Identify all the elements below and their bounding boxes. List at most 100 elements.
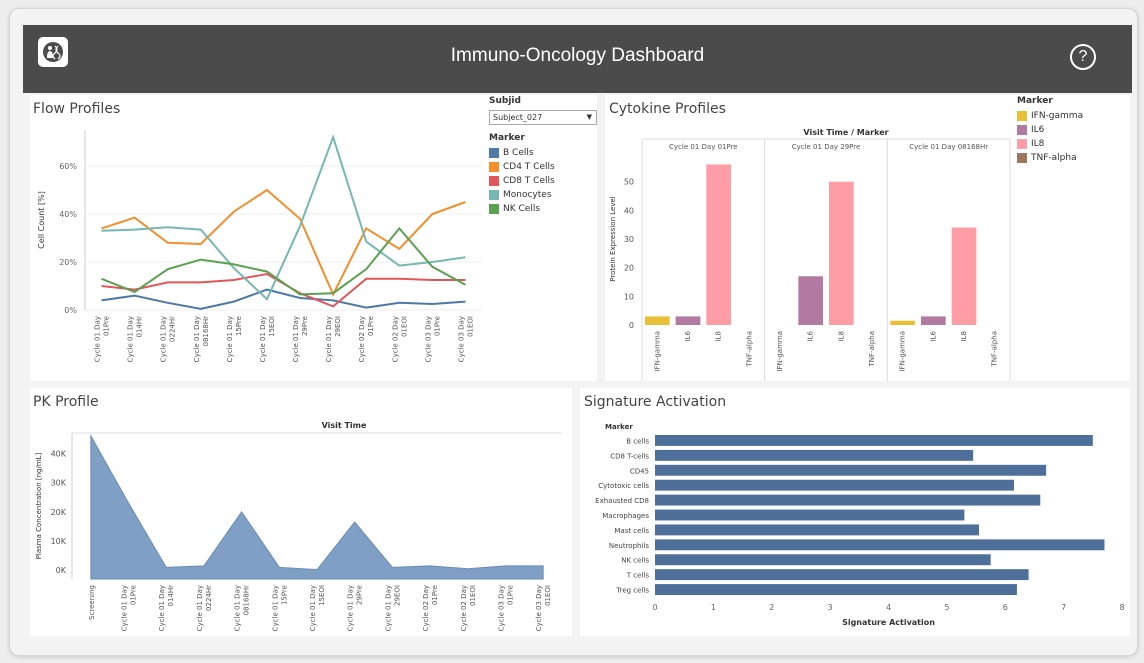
legend-label: B Cells — [503, 148, 534, 158]
x-tick-label: 01Pre — [367, 316, 375, 336]
y-axis-label: Cell Count [%] — [37, 191, 46, 249]
subjid-value: Subject_027 — [493, 113, 543, 122]
y-tick-label: 10 — [624, 292, 634, 301]
y-tick-label: 0 — [629, 321, 634, 330]
cytokine-profiles-title: Cytokine Profiles — [609, 101, 726, 117]
x-tick-label: Cycle 01 Day — [259, 316, 267, 362]
x-tick-label: 15Pre — [280, 585, 288, 605]
flow-profiles-chart: 0%20%40%60%Cell Count [%]Cycle 01 Day 01P… — [37, 130, 482, 362]
x-tick-label: 15Pre — [235, 316, 243, 336]
x-tick-label: Cycle 01 Day — [234, 585, 242, 631]
x-tick-label: IL6 — [684, 330, 692, 341]
legend-item[interactable]: IL8 — [1017, 137, 1083, 151]
x-tick-label: IL8 — [837, 331, 845, 341]
bar-label: B cells — [626, 437, 649, 445]
y-axis-label: Plasma Concentration [ng/mL] — [35, 452, 43, 559]
y-axis-label: Marker — [605, 423, 633, 431]
x-tick-label: IL6 — [807, 330, 815, 341]
x-tick-label: IFN-gamma — [899, 331, 907, 372]
x-tick-label: Cycle 02 Day — [358, 316, 366, 362]
x-tick-label: Screening — [88, 585, 96, 620]
pk-profile-chart: Visit Time Plasma Concentration [ng/mL] 0K… — [35, 421, 562, 631]
y-tick-label: 20 — [624, 264, 634, 273]
bar-il6 — [675, 316, 701, 325]
legend-swatch — [1017, 111, 1027, 121]
legend-label: IL8 — [1031, 139, 1045, 149]
bar-label: T cells — [626, 572, 650, 580]
signature-bar — [655, 539, 1105, 551]
x-tick-label: Cycle 01 Day — [325, 316, 333, 362]
legend-item[interactable]: TNF-alpha — [1017, 151, 1083, 165]
y-tick-label: 60% — [59, 162, 77, 171]
y-tick-label: 10K — [51, 537, 67, 546]
x-tick-label: Cycle 03 Day — [457, 316, 465, 362]
bar-label: Cytotoxic cells — [598, 482, 649, 490]
subjid-select[interactable]: Subject_027 ▼ — [489, 110, 597, 125]
x-tick-label: IL8 — [715, 331, 723, 341]
legend-item[interactable]: CD4 T Cells — [489, 160, 555, 174]
x-tick-label: 01Pre — [506, 585, 514, 605]
x-tick-label: Cycle 03 Day — [497, 585, 505, 631]
legend-item[interactable]: CD8 T Cells — [489, 174, 555, 188]
legend-label: IL6 — [1031, 125, 1045, 135]
x-tick-label: 4 — [886, 603, 891, 612]
x-tick-label: 08168Hr — [243, 585, 251, 616]
legend-item[interactable]: IL6 — [1017, 123, 1083, 137]
x-tick-label: TNF-alpha — [745, 331, 753, 367]
legend-label: CD8 T Cells — [503, 176, 555, 186]
x-tick-label: Cycle 01 Day — [160, 316, 168, 362]
bar-ifn-gamma — [645, 316, 670, 325]
legend-swatch — [489, 204, 499, 214]
x-tick-label: 29EOI — [393, 585, 401, 606]
x-tick-label: 01Pre — [431, 585, 439, 605]
bar-label: CD8 T-cells — [610, 452, 649, 460]
x-tick-label: 7 — [1061, 603, 1066, 612]
x-tick-label: 2 — [769, 603, 774, 612]
legend-swatch — [1017, 153, 1027, 163]
facet-label: Cycle 01 Day 01Pre — [669, 143, 738, 151]
bar-il6 — [798, 276, 823, 325]
signature-bar — [655, 509, 965, 521]
page-title: Immuno-Oncology Dashboard — [450, 45, 705, 66]
bar-il6 — [921, 316, 946, 325]
legend-item[interactable]: Monocytes — [489, 188, 555, 202]
bar-il8 — [829, 181, 854, 325]
legend-item[interactable]: IFN-gamma — [1017, 109, 1083, 123]
signature-activation-chart: Marker B cells CD8 T-cells CD45 Cytotoxic ce… — [595, 423, 1124, 627]
bar-label: NK cells — [621, 557, 649, 565]
x-tick-label: Cycle 01 Day — [271, 585, 279, 631]
bar-label: Macrophages — [602, 512, 649, 520]
signature-bar — [655, 464, 1047, 476]
y-tick-label: 0% — [64, 306, 77, 315]
x-tick-label: Cycle 02 Day — [460, 585, 468, 631]
bar-label: Exhausted CD8 — [595, 497, 649, 505]
x-tick-label: 0224Hr — [169, 316, 177, 342]
x-tick-label: 15EOI — [268, 316, 276, 337]
pk-profile-title: PK Profile — [33, 394, 99, 410]
x-tick-label: 8 — [1119, 603, 1124, 612]
legend-swatch — [1017, 125, 1027, 135]
legend-item[interactable]: B Cells — [489, 146, 555, 160]
x-tick-label: Cycle 01 Day — [347, 585, 355, 631]
x-tick-label: 0224Hr — [205, 585, 213, 611]
signature-bar — [655, 494, 1041, 506]
legend-label: TNF-alpha — [1031, 153, 1077, 163]
x-tick-label: 29Pre — [356, 585, 364, 605]
x-tick-label: 01EOI — [544, 585, 552, 606]
legend-item[interactable]: NK Cells — [489, 202, 555, 216]
x-tick-label: 014Hr — [167, 585, 175, 607]
x-tick-label: 5 — [944, 603, 949, 612]
x-tick-label: TNF-alpha — [868, 331, 876, 367]
x-tick-label: Cycle 01 Day — [384, 585, 392, 631]
chevron-down-icon: ▼ — [586, 113, 592, 121]
series-line-b-cells — [101, 288, 466, 310]
x-tick-label: 1 — [711, 603, 716, 612]
x-tick-label: Cycle 01 Day — [196, 585, 204, 631]
legend-label: CD4 T Cells — [503, 162, 555, 172]
header-bar: Immuno-Oncology Dashboard ? — [23, 25, 1132, 93]
x-tick-label: 014Hr — [136, 316, 144, 338]
signature-bar — [655, 479, 1015, 491]
chart-header: Visit Time — [322, 421, 367, 430]
question-circle-icon[interactable]: ? — [1070, 44, 1096, 70]
x-tick-label: IFN-gamma — [776, 331, 784, 372]
